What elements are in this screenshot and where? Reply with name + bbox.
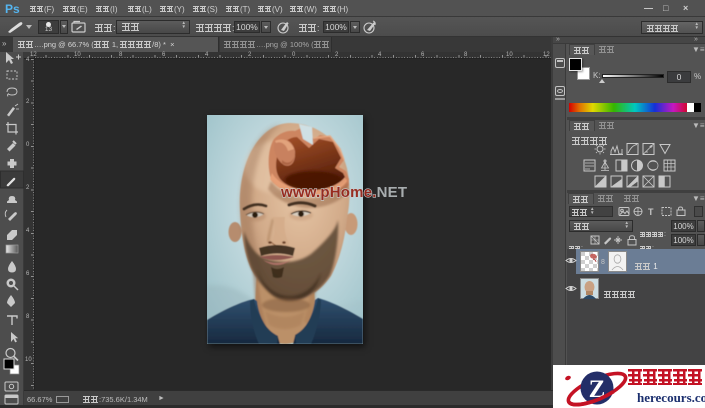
svg-text:www.pHome.NET: www.pHome.NET xyxy=(280,184,407,201)
svg-text:T: T xyxy=(648,207,654,217)
